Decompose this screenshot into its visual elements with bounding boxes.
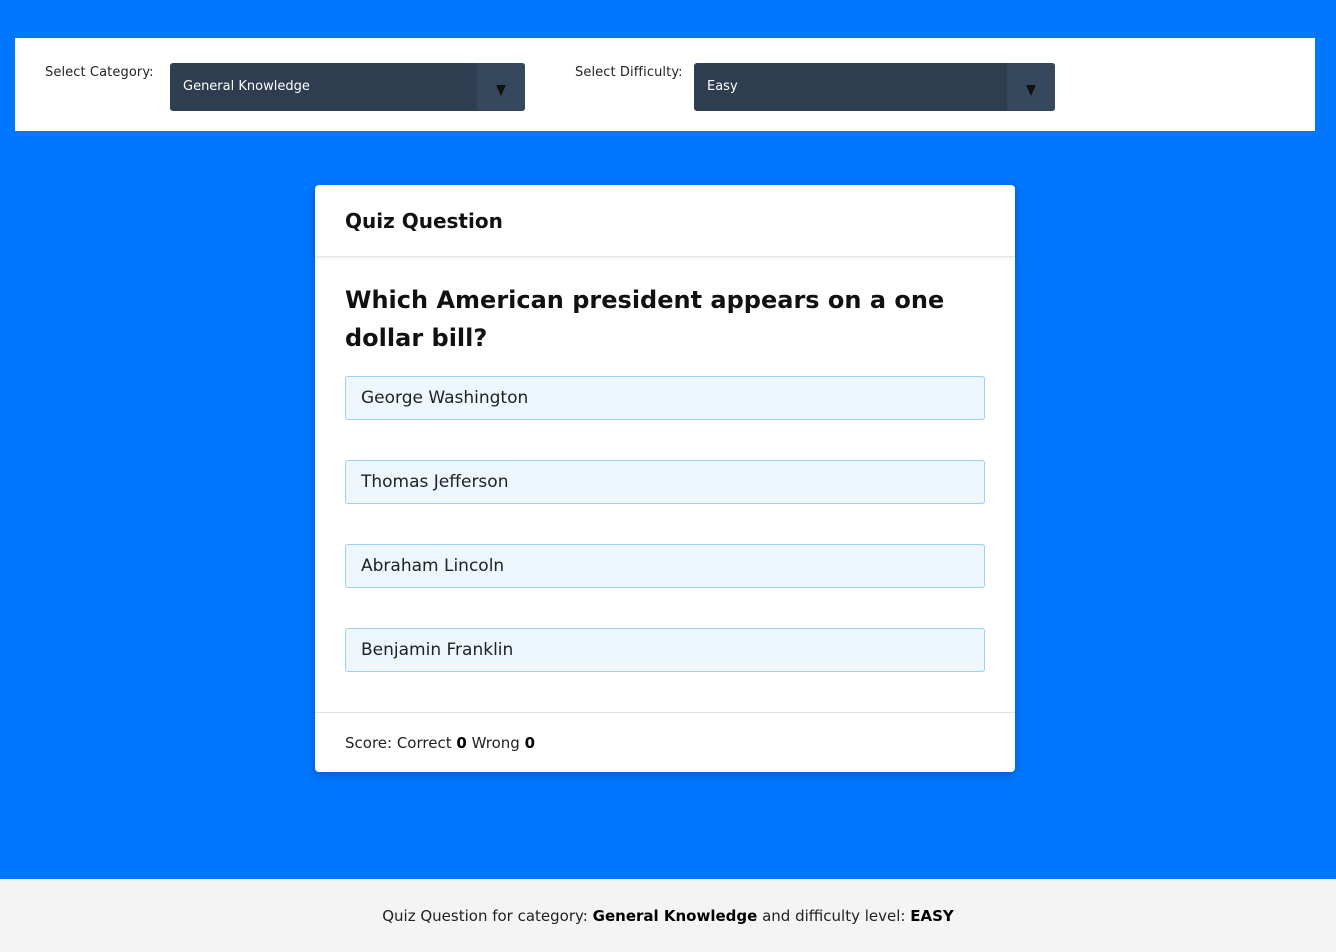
category-label: Select Category: — [45, 65, 154, 80]
footer-text: Quiz Question for category: General Know… — [0, 907, 1336, 925]
quiz-card: Quiz Question Which American president a… — [315, 185, 1015, 772]
difficulty-select[interactable]: Easy — [694, 63, 1055, 111]
category-select-value: General Knowledge — [183, 79, 310, 94]
quiz-card-title: Quiz Question — [345, 209, 503, 233]
quiz-card-footer: Score: Correct 0 Wrong 0 — [315, 712, 1015, 772]
answer-option[interactable]: Benjamin Franklin — [345, 628, 985, 672]
wrong-count: 0 — [524, 734, 536, 752]
difficulty-select-value: Easy — [707, 79, 738, 94]
quiz-card-header: Quiz Question — [315, 185, 1015, 257]
score-display: Score: Correct 0 Wrong 0 — [345, 734, 535, 752]
difficulty-label: Select Difficulty: — [575, 65, 683, 80]
score-prefix: Score: Correct — [345, 734, 452, 752]
answer-option[interactable]: Abraham Lincoln — [345, 544, 985, 588]
category-select[interactable]: General Knowledge — [170, 63, 525, 111]
chevron-down-icon — [1026, 85, 1036, 96]
correct-count: 0 — [456, 734, 467, 752]
difficulty-select-arrow[interactable] — [1007, 63, 1055, 111]
footer-category: General Knowledge — [592, 907, 758, 925]
footer-difficulty: EASY — [910, 907, 954, 925]
footer-prefix: Quiz Question for category: — [382, 907, 588, 925]
question-text: Which American president appears on a on… — [345, 286, 945, 352]
footer-middle: and difficulty level: — [762, 907, 906, 925]
wrong-label: Wrong — [471, 734, 520, 752]
category-select-arrow[interactable] — [477, 63, 525, 111]
answer-option[interactable]: George Washington — [345, 376, 985, 420]
chevron-down-icon — [496, 85, 506, 96]
page-footer: Quiz Question for category: General Know… — [0, 879, 1336, 952]
filter-bar: Select Category: General Knowledge Selec… — [15, 38, 1315, 131]
answer-option[interactable]: Thomas Jefferson — [345, 460, 985, 504]
